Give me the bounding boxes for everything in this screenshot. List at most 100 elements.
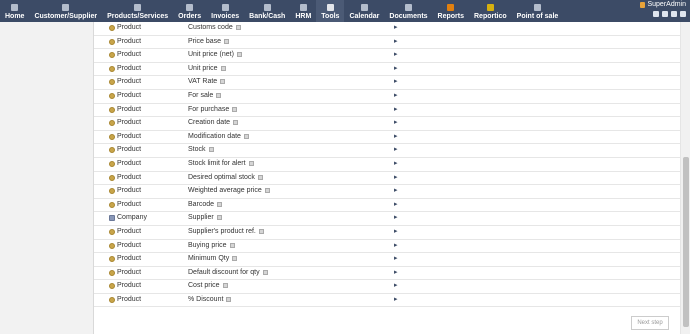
bank-icon [263,4,271,11]
help-icon[interactable] [671,11,677,17]
move-right-arrow-icon[interactable]: ▸ [394,77,398,85]
nav-item-reportico[interactable]: Reportico [469,0,512,22]
next-step-button[interactable]: Next step [631,316,669,330]
info-icon[interactable] [233,120,239,126]
field-name: For purchase [188,105,230,113]
move-right-arrow-icon[interactable]: ▸ [394,295,398,303]
table-row: Product Customs code ▸ [94,22,680,36]
field-label: Unit price (net) [188,51,242,58]
move-right-arrow-icon[interactable]: ▸ [394,64,398,72]
logout-icon[interactable] [680,11,686,17]
table-row: Product Desired optimal stock ▸ [94,172,680,186]
info-icon[interactable] [235,25,241,30]
move-right-arrow-icon[interactable]: ▸ [394,241,398,249]
nav-item-label: Customer/Supplier [34,13,98,20]
move-right-arrow-icon[interactable]: ▸ [394,50,398,58]
top-menu-bar: Home Customer/Supplier Products/Services Or… [0,0,690,22]
info-icon[interactable] [248,160,254,166]
main-nav: Home Customer/Supplier Products/Services Or… [0,0,563,22]
info-icon[interactable] [220,79,226,85]
field-name: Price base [188,37,222,45]
field-label: VAT Rate [188,78,226,85]
move-right-arrow-icon[interactable]: ▸ [394,37,398,45]
table-row: Product Barcode ▸ [94,199,680,213]
move-right-arrow-icon[interactable]: ▸ [394,213,398,221]
info-icon[interactable] [224,38,230,44]
info-icon[interactable] [262,269,268,275]
nav-item-label: Products/Services [107,13,169,20]
user-tools [653,11,686,17]
move-right-arrow-icon[interactable]: ▸ [394,200,398,208]
move-right-arrow-icon[interactable]: ▸ [394,281,398,289]
move-right-arrow-icon[interactable]: ▸ [394,186,398,194]
info-icon[interactable] [236,52,242,58]
move-right-arrow-icon[interactable]: ▸ [394,159,398,167]
field-name: Unit price [188,64,218,72]
move-right-arrow-icon[interactable]: ▸ [394,23,398,31]
print-icon[interactable] [662,11,668,17]
info-icon[interactable] [232,106,238,112]
entity-label: Product [117,37,142,45]
entity-label: Product [117,173,142,181]
info-icon[interactable] [220,65,226,71]
nav-item-orders[interactable]: Orders [173,0,206,22]
info-icon[interactable] [243,133,249,139]
reports-icon [447,4,455,11]
nav-item-point-of-sale[interactable]: Point of sale [512,0,564,22]
user-name: SuperAdmin [647,1,686,8]
nav-item-documents[interactable]: Documents [384,0,432,22]
field-name: Buying price [188,241,227,249]
move-right-arrow-icon[interactable]: ▸ [394,132,398,140]
move-right-arrow-icon[interactable]: ▸ [394,105,398,113]
move-right-arrow-icon[interactable]: ▸ [394,118,398,126]
nav-item-customer-supplier[interactable]: Customer/Supplier [29,0,102,22]
info-icon[interactable] [217,201,223,207]
nav-item-bank-cash[interactable]: Bank/Cash [244,0,290,22]
nav-item-home[interactable]: Home [0,0,29,22]
move-right-arrow-icon[interactable]: ▸ [394,173,398,181]
table-row: Product Stock limit for alert ▸ [94,158,680,172]
info-icon[interactable] [216,92,222,98]
info-icon[interactable] [229,242,235,248]
entity-label: Product [117,187,142,195]
move-right-arrow-icon[interactable]: ▸ [394,227,398,235]
info-icon[interactable] [264,188,270,194]
nav-item-tools[interactable]: Tools [316,0,345,22]
table-row: Product Creation date ▸ [94,117,680,131]
info-icon[interactable] [257,174,263,180]
product-icon [109,160,115,167]
entity-label: Product [117,132,142,140]
nav-item-reports[interactable]: Reports [433,0,469,22]
table-row: Product Unit price (net) ▸ [94,49,680,63]
nav-item-products-services[interactable]: Products/Services [102,0,173,22]
entity-label: Product [117,295,142,303]
product-icon [109,283,115,290]
info-icon[interactable] [258,228,264,234]
nav-item-hrm[interactable]: HRM [290,0,316,22]
field-name: Supplier [188,214,214,222]
table-row: Product Cost price ▸ [94,280,680,294]
table-row: Product For purchase ▸ [94,104,680,118]
bookmark-icon[interactable] [653,11,659,17]
info-icon[interactable] [232,256,238,262]
nav-item-invoices[interactable]: Invoices [206,0,244,22]
info-icon[interactable] [208,147,214,153]
product-icon [109,92,115,99]
user-menu[interactable]: SuperAdmin [640,1,686,8]
scrollbar-thumb[interactable] [683,157,689,327]
nav-item-calendar[interactable]: Calendar [344,0,384,22]
info-icon[interactable] [222,283,228,289]
move-right-arrow-icon[interactable]: ▸ [394,91,398,99]
move-right-arrow-icon[interactable]: ▸ [394,145,398,153]
info-icon[interactable] [216,215,222,221]
product-icon [109,38,115,45]
field-name: Minimum Qty [188,255,230,263]
user-box: SuperAdmin [640,0,690,22]
page-scrollbar[interactable] [680,22,690,334]
info-icon[interactable] [226,296,232,302]
orders-icon [186,4,194,11]
move-right-arrow-icon[interactable]: ▸ [394,254,398,262]
move-right-arrow-icon[interactable]: ▸ [394,268,398,276]
field-label: For purchase [188,105,238,113]
fields-table: Product Customs code ▸ Product Price base ▸ Pr… [94,22,680,308]
